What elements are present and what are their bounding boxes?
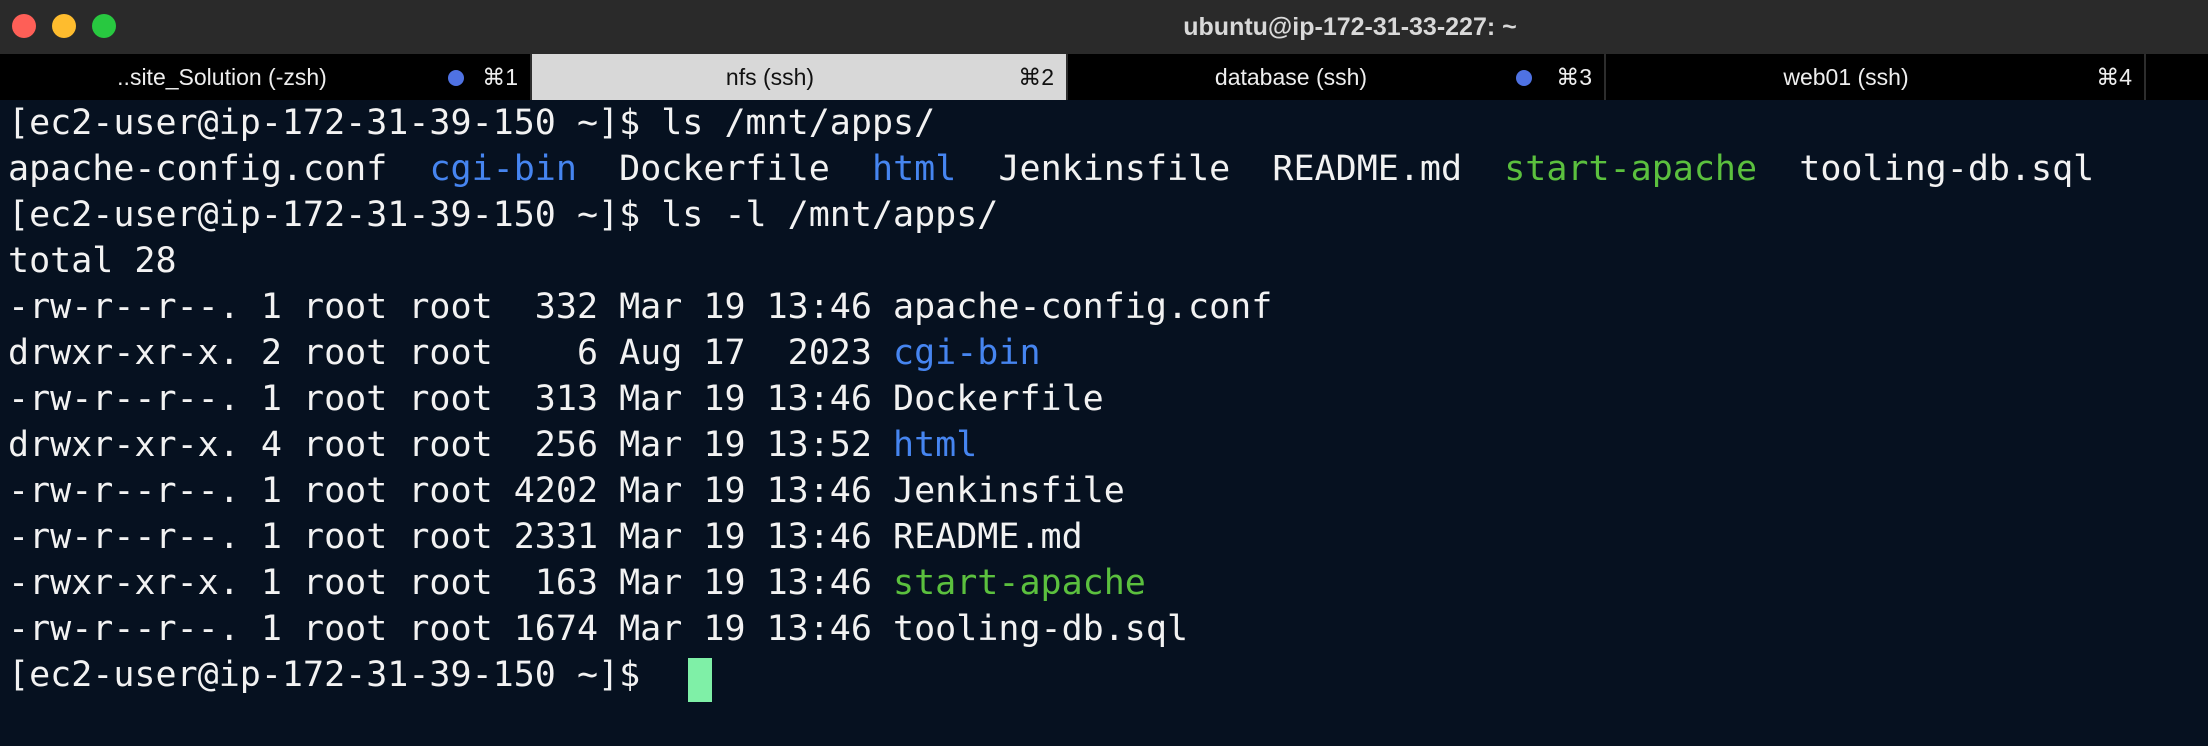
listing-row: -rw-r--r--. 1 root root 313 Mar 19 13:46… [8, 376, 1104, 422]
directory-name: cgi-bin [893, 333, 1041, 373]
listing-row: drwxr-xr-x. 4 root root 256 Mar 19 13:52… [8, 422, 977, 468]
tab-nfs[interactable]: nfs (ssh) ⌘2 [532, 54, 1068, 100]
listing-row: -rw-r--r--. 1 root root 332 Mar 19 13:46… [8, 284, 1272, 330]
executable-name: start-apache [893, 563, 1146, 603]
listing-meta: -rw-r--r--. 1 root root 313 Mar 19 13:46 [8, 379, 894, 419]
listing-meta: -rw-r--r--. 1 root root 2331 Mar 19 13:4… [8, 517, 894, 557]
listing-row: -rw-r--r--. 1 root root 1674 Mar 19 13:4… [8, 606, 1188, 652]
listing-row: drwxr-xr-x. 2 root root 6 Aug 17 2023 cg… [8, 330, 1041, 376]
terminal-window: ubuntu@ip-172-31-33-227: ~ ..site_Soluti… [0, 0, 2208, 746]
unread-dot-icon [1516, 70, 1532, 86]
tab-label: ..site_Solution (-zsh) [117, 64, 327, 90]
file-name: Dockerfile [619, 149, 830, 189]
listing-row: -rwxr-xr-x. 1 root root 163 Mar 19 13:46… [8, 560, 1146, 606]
tab-shortcut: ⌘2 [1018, 64, 1054, 90]
listing-row: -rw-r--r--. 1 root root 2331 Mar 19 13:4… [8, 514, 1083, 560]
file-name: README.md [1272, 149, 1463, 189]
title-bar: ubuntu@ip-172-31-33-227: ~ [0, 0, 2208, 54]
ls-total-line: total 28 [8, 241, 177, 281]
listing-meta: -rwxr-xr-x. 1 root root 163 Mar 19 13:46 [8, 563, 894, 603]
file-name: Jenkinsfile [998, 149, 1231, 189]
listing-meta: drwxr-xr-x. 2 root root 6 Aug 17 2023 [8, 333, 894, 373]
shell-prompt-line: [ec2-user@ip-172-31-39-150 ~]$ ls -l /mn… [8, 195, 999, 235]
listing-meta: drwxr-xr-x. 4 root root 256 Mar 19 13:52 [8, 425, 894, 465]
zoom-window-button[interactable] [92, 14, 116, 38]
terminal-cursor [688, 658, 712, 702]
shell-prompt-line: [ec2-user@ip-172-31-39-150 ~]$ ls /mnt/a… [8, 103, 936, 143]
window-title: ubuntu@ip-172-31-33-227: ~ [1183, 13, 1517, 41]
tab-web01[interactable]: web01 (ssh) ⌘4 [1606, 54, 2146, 100]
ls-output-line: apache-config.conf cgi-bin Dockerfile ht… [8, 146, 2094, 192]
terminal-output[interactable]: [ec2-user@ip-172-31-39-150 ~]$ ls /mnt/a… [0, 100, 2208, 746]
directory-name: html [893, 425, 978, 465]
tab-label: web01 (ssh) [1783, 64, 1909, 90]
executable-name: start-apache [1504, 149, 1758, 189]
listing-meta: -rw-r--r--. 1 root root 1674 Mar 19 13:4… [8, 609, 894, 649]
file-name: tooling-db.sql [1799, 149, 2095, 189]
file-name: Jenkinsfile [893, 471, 1125, 511]
file-name: apache-config.conf [893, 287, 1273, 327]
listing-meta: -rw-r--r--. 1 root root 4202 Mar 19 13:4… [8, 471, 894, 511]
tab-database[interactable]: database (ssh) ⌘3 [1068, 54, 1606, 100]
tab-label: nfs (ssh) [725, 64, 815, 90]
minimize-window-button[interactable] [52, 14, 76, 38]
tab-shortcut: ⌘3 [1556, 64, 1592, 90]
directory-name: html [872, 149, 957, 189]
shell-prompt-line: [ec2-user@ip-172-31-39-150 ~]$ [8, 655, 662, 695]
file-name: apache-config.conf [8, 149, 388, 189]
directory-name: cgi-bin [429, 149, 577, 189]
tab-shortcut: ⌘4 [2096, 64, 2132, 90]
file-name: tooling-db.sql [893, 609, 1189, 649]
tab-bar: ..site_Solution (-zsh) ⌘1 nfs (ssh) ⌘2 d… [0, 54, 2208, 100]
close-window-button[interactable] [12, 14, 36, 38]
tab-site-solution[interactable]: ..site_Solution (-zsh) ⌘1 [0, 54, 532, 100]
listing-meta: -rw-r--r--. 1 root root 332 Mar 19 13:46 [8, 287, 894, 327]
unread-dot-icon [448, 70, 464, 86]
tab-shortcut: ⌘1 [482, 64, 518, 90]
file-name: Dockerfile [893, 379, 1104, 419]
listing-row: -rw-r--r--. 1 root root 4202 Mar 19 13:4… [8, 468, 1125, 514]
file-name: README.md [893, 517, 1083, 557]
tab-label: database (ssh) [1214, 64, 1368, 90]
